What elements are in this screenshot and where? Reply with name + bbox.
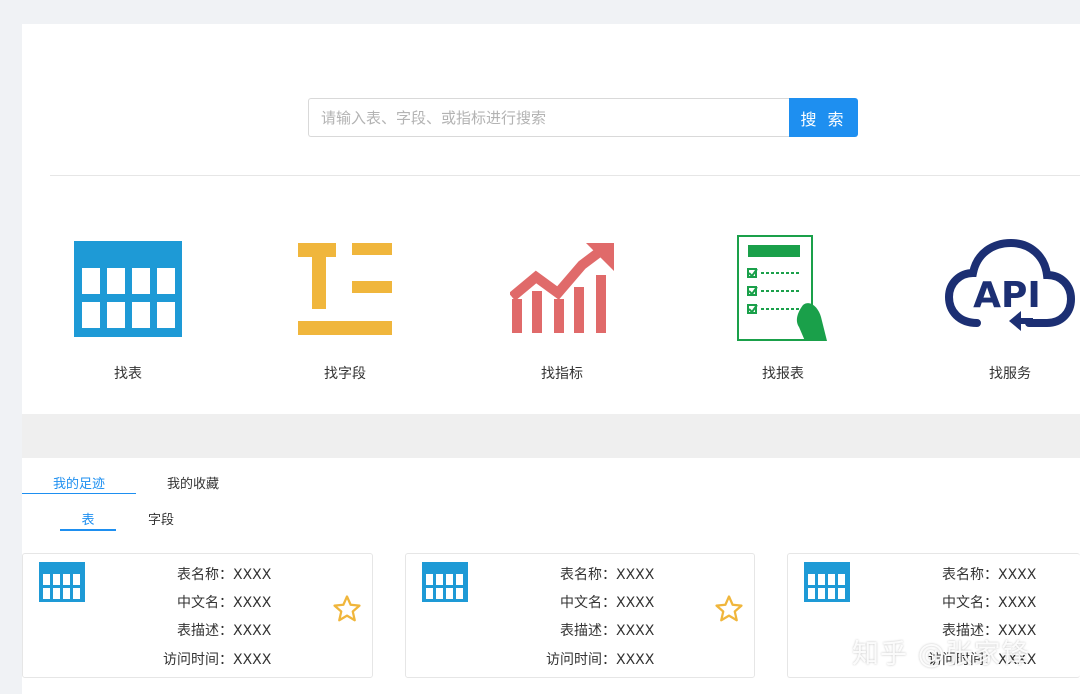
table-grid-icon [422,562,468,606]
card-row-desc: 表描述：XXXX [177,623,272,639]
divider [50,175,1080,176]
category-find-service[interactable]: API 找服务 [930,229,1080,383]
card-row-desc: 表描述：XXXX [560,623,655,639]
card-row-visit-time: 访问时间：XXXX [546,652,655,668]
search-button[interactable]: 搜 索 [789,98,858,137]
card-row-name: 表名称：XXXX [942,567,1037,583]
star-icon[interactable] [332,594,362,628]
tab-my-footprint[interactable]: 我的足迹 [22,473,136,492]
field-icon [265,229,425,349]
card-row-cnname: 中文名：XXXX [177,595,272,611]
history-card[interactable]: 表名称：XXXX 中文名：XXXX 表描述：XXXX 访问时间：XXXX [405,553,755,678]
category-label: 找服务 [989,366,1031,382]
subtab-underline [60,529,116,531]
search-bar: 搜 索 [308,98,858,137]
history-card[interactable]: 表名称：XXXX 中文名：XXXX 表描述：XXXX 访问时间：XXXX [22,553,373,678]
category-find-table[interactable]: 找表 [48,229,208,383]
trend-chart-icon [482,229,642,349]
table-grid-icon [39,562,85,606]
table-grid-icon [48,229,208,349]
table-grid-icon [804,562,850,606]
section-gap [22,414,1080,458]
api-cloud-icon: API [930,229,1080,349]
category-label: 找表 [114,366,142,382]
tab-my-favorites[interactable]: 我的收藏 [136,473,250,492]
category-label: 找指标 [541,366,583,382]
category-label: 找报表 [762,366,804,382]
card-row-visit-time: 访问时间：XXXX [163,652,272,668]
svg-text:API: API [973,275,1041,316]
category-find-field[interactable]: 找字段 [265,229,425,383]
category-find-metric[interactable]: 找指标 [482,229,642,383]
tab-underline [22,493,136,494]
card-row-name: 表名称：XXXX [177,567,272,583]
card-row-name: 表名称：XXXX [560,567,655,583]
card-row-cnname: 中文名：XXXX [560,595,655,611]
search-input[interactable] [308,98,789,137]
subtab-field[interactable]: 字段 [133,509,189,528]
watermark: 知乎 @张家锋 [852,639,1030,670]
card-row-cnname: 中文名：XXXX [942,595,1037,611]
search-panel: 搜 索 找表 [22,24,1080,414]
category-find-report[interactable]: 找报表 [703,229,863,383]
subtab-table[interactable]: 表 [60,509,116,528]
star-icon[interactable] [714,594,744,628]
report-icon [703,229,863,349]
category-label: 找字段 [324,366,366,382]
